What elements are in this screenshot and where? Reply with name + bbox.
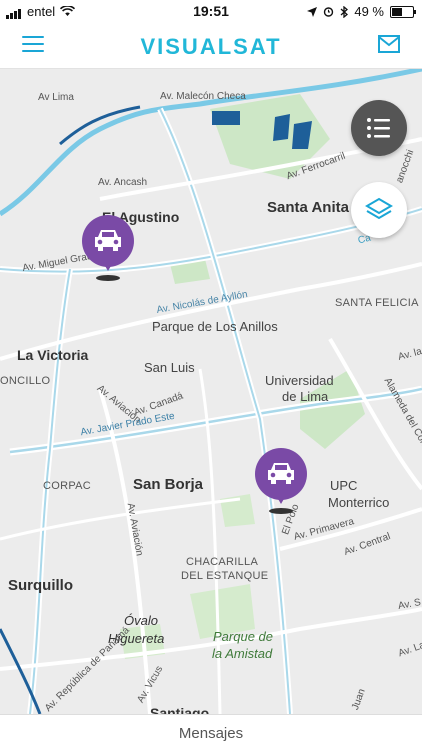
list-view-button[interactable]: [351, 100, 407, 156]
map-label: Parque de: [213, 629, 273, 644]
vehicle-marker-shadow: [269, 508, 293, 514]
map-label: Santiago: [150, 705, 210, 714]
river-channel: [59, 105, 141, 146]
map-label: Universidad: [265, 373, 334, 388]
map-label: Av Lima: [38, 92, 74, 103]
bluetooth-icon: [340, 5, 349, 18]
layers-icon: [365, 197, 393, 220]
map-label: de Lima: [282, 389, 329, 404]
vehicle-marker[interactable]: [255, 448, 307, 514]
alarm-icon: [324, 7, 334, 17]
status-bar: entel 19:51 49 %: [0, 0, 422, 22]
mail-icon[interactable]: [378, 35, 400, 53]
map-label: la Amistad: [212, 646, 273, 661]
map-label: CORPAC: [43, 480, 92, 492]
vehicle-marker-tip: [274, 492, 288, 504]
map-label: La Victoria: [17, 347, 89, 363]
vehicle-marker-shadow: [96, 275, 120, 281]
messages-label: Mensajes: [178, 725, 244, 742]
map-label: Surquillo: [8, 577, 73, 594]
water-body: [273, 114, 290, 141]
water-body: [212, 111, 240, 125]
map-label: Parque de Los Anillos: [152, 319, 278, 334]
car-icon: [95, 230, 121, 251]
road: [0, 497, 241, 541]
main-road-line: [9, 387, 422, 454]
messages-bar[interactable]: Mensajes: [0, 714, 422, 751]
map-label: UPC: [330, 478, 358, 493]
location-arrow-icon: [307, 6, 318, 17]
map-label: ONCILLO: [0, 375, 51, 387]
map-label: San Luis: [144, 360, 195, 375]
map-label: CHACARILLA: [186, 556, 259, 568]
app-header: VISUALSAT: [0, 22, 422, 69]
vehicle-marker[interactable]: [82, 215, 134, 281]
map-label: Monterrico: [328, 495, 390, 510]
map-background: [0, 69, 422, 714]
map-view[interactable]: Av Lima Av. Malecón Checa Av. Ancash Av.…: [0, 69, 422, 714]
map-label: Av. Malecón Checa: [160, 91, 246, 102]
battery-percent: 49 %: [354, 4, 384, 19]
vehicle-marker-tip: [101, 259, 115, 271]
map-layers-button[interactable]: [351, 182, 407, 238]
map-label: Santa Anita: [267, 199, 349, 216]
map-label: Av. Ancash: [98, 177, 148, 188]
map-label: Óvalo: [124, 613, 158, 628]
map-label: DEL ESTANQUE: [181, 570, 269, 582]
list-icon: [367, 118, 390, 138]
app-logo: VISUALSAT: [140, 34, 282, 59]
battery-icon: [390, 5, 416, 18]
car-icon: [268, 463, 294, 484]
map-label: SANTA FELICIA: [335, 297, 419, 309]
map-label: San Borja: [133, 476, 204, 493]
